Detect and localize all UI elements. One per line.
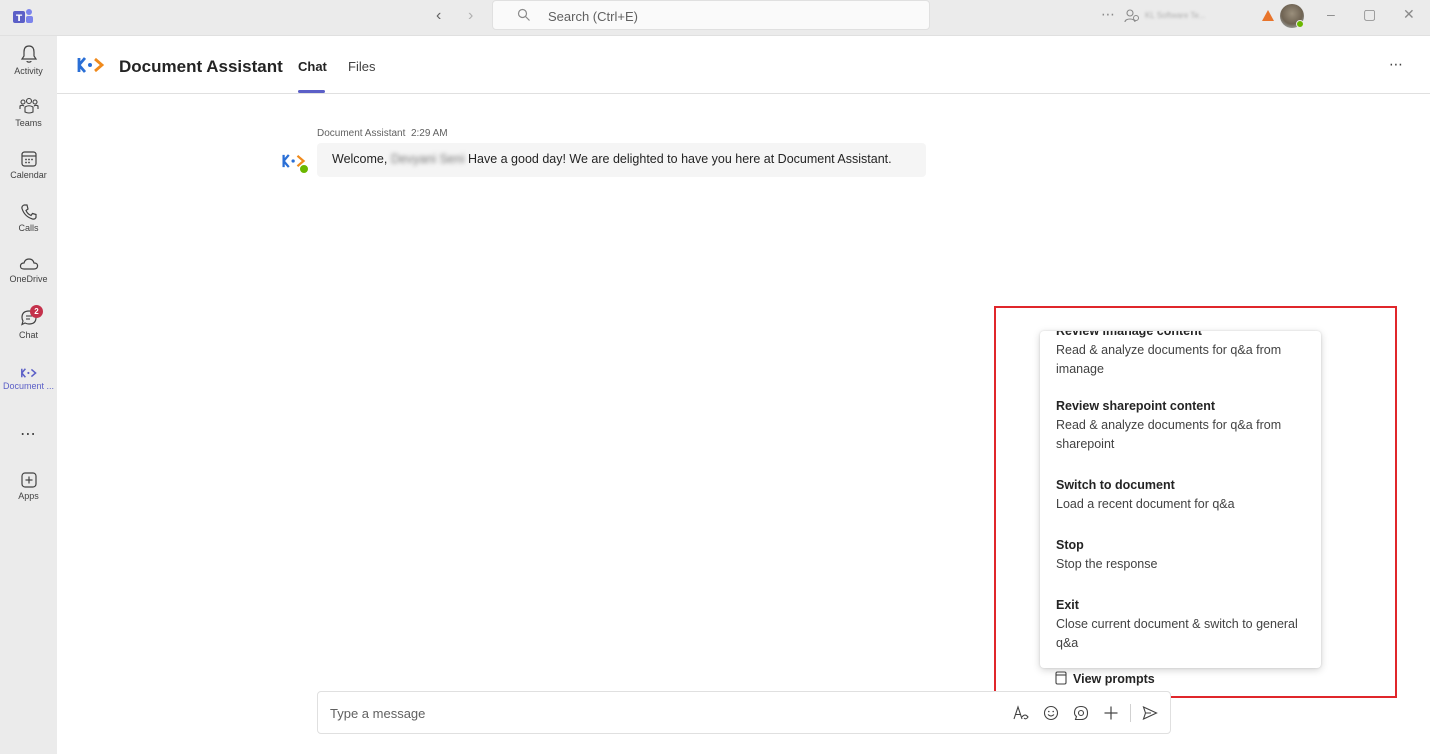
message-sender: Document Assistant (317, 128, 406, 139)
rail-label: Calendar (10, 170, 47, 180)
command-desc: Load a recent document for q&a (1056, 497, 1235, 511)
command-item-review-imanage[interactable]: Review imanage content Read & analyze do… (1056, 331, 1306, 379)
phone-icon (20, 204, 37, 220)
composer-divider (1130, 704, 1131, 722)
rail-item-apps[interactable]: Apps (0, 471, 57, 501)
back-arrow-icon[interactable]: ‹ (436, 6, 441, 26)
rail-item-more-apps[interactable]: ⋯ (0, 424, 57, 444)
maximize-icon[interactable]: ▢ (1363, 6, 1376, 23)
svg-text:T: T (16, 14, 23, 24)
rail-label: Calls (18, 223, 39, 233)
rail-label: Document ... (2, 381, 55, 391)
rail-item-calls[interactable]: Calls (0, 203, 57, 233)
rail-item-onedrive[interactable]: OneDrive (0, 256, 57, 284)
close-icon[interactable]: ✕ (1403, 6, 1415, 23)
org-name[interactable]: KL Software Te... (1145, 11, 1205, 20)
more-options-icon[interactable]: ⋯ (1101, 6, 1115, 23)
minimize-icon[interactable]: – (1327, 6, 1335, 22)
tab-chat[interactable]: Chat (298, 59, 327, 74)
search-placeholder: Search (Ctrl+E) (548, 9, 638, 24)
command-title: Stop (1056, 538, 1084, 552)
teams-logo-icon[interactable]: T (12, 7, 34, 27)
document-assistant-icon (20, 368, 37, 378)
calendar-icon (20, 151, 37, 167)
rail-item-calendar[interactable]: Calendar (0, 150, 57, 180)
view-prompts-button[interactable]: View prompts (1055, 671, 1155, 686)
app-header: Document Assistant Chat Files ⋯ (57, 36, 1430, 94)
rail-label: Activity (14, 66, 43, 76)
message-bubble: Welcome, Devyani Seni Have a good day! W… (317, 143, 926, 177)
command-title: Switch to document (1056, 478, 1175, 492)
message-time: 2:29 AM (410, 128, 448, 139)
rail-label: OneDrive (9, 274, 48, 284)
org-people-icon[interactable] (1124, 8, 1140, 24)
command-item-switch-to-document[interactable]: Switch to document Load a recent documen… (1056, 476, 1306, 514)
unread-badge: 2 (30, 305, 43, 318)
command-item-exit[interactable]: Exit Close current document & switch to … (1056, 596, 1306, 653)
command-desc: Stop the response (1056, 557, 1158, 571)
forward-arrow-icon[interactable]: › (468, 6, 473, 26)
rail-label: Teams (15, 118, 42, 128)
view-prompts-label: View prompts (1073, 672, 1155, 686)
app-rail: Activity Teams Calendar Calls OneDrive 2… (0, 36, 57, 754)
command-title: Review sharepoint content (1056, 399, 1216, 413)
more-options-button[interactable]: ⋯ (1389, 56, 1404, 73)
command-item-review-sharepoint[interactable]: Review sharepoint content Read & analyze… (1056, 397, 1306, 454)
command-title: Review imanage content (1056, 331, 1202, 338)
cloud-icon (19, 258, 38, 270)
rail-label: Apps (18, 491, 39, 501)
message-meta: Document Assistant 2:29 AM (317, 128, 448, 139)
loop-icon[interactable] (1073, 705, 1089, 721)
tab-active-indicator (298, 90, 325, 93)
search-bar[interactable]: Search (Ctrl+E) (492, 0, 930, 30)
message-composer[interactable]: Type a message (317, 691, 1171, 734)
rail-item-teams[interactable]: Teams (0, 96, 57, 128)
format-icon[interactable] (1012, 705, 1030, 721)
warning-icon (1262, 10, 1274, 21)
add-icon[interactable] (1103, 705, 1119, 721)
emoji-icon[interactable] (1043, 705, 1059, 721)
page-title: Document Assistant (119, 57, 283, 76)
message-text: Have a good day! We are delighted to hav… (467, 152, 892, 166)
prompts-icon (1055, 671, 1067, 685)
message-text-prefix: Welcome, (332, 152, 388, 166)
command-popup: Review imanage content Read & analyze do… (1040, 331, 1321, 668)
rail-item-chat[interactable]: 2 Chat (0, 305, 57, 340)
rail-label: Chat (18, 330, 38, 340)
document-assistant-logo-icon (77, 57, 105, 73)
more-apps-icon: ⋯ (20, 426, 37, 443)
bell-icon (20, 45, 37, 63)
command-item-stop[interactable]: Stop Stop the response (1056, 536, 1306, 574)
send-icon[interactable] (1142, 705, 1158, 721)
presence-status-icon (299, 164, 309, 174)
command-desc: Read & analyze documents for q&a from im… (1056, 343, 1282, 376)
search-icon (517, 8, 530, 21)
rail-item-activity[interactable]: Activity (0, 44, 57, 76)
message-input[interactable]: Type a message (330, 706, 425, 721)
presence-status-icon (1296, 20, 1304, 28)
rail-item-document-assistant[interactable]: Document ... (0, 367, 57, 391)
user-name: Devyani Seni (390, 152, 465, 166)
command-title: Exit (1056, 598, 1079, 612)
tab-files[interactable]: Files (348, 59, 375, 74)
teams-icon (18, 97, 39, 114)
title-bar: T ‹ › Search (Ctrl+E) ⋯ KL Software Te..… (0, 0, 1430, 36)
add-app-icon (20, 472, 37, 488)
command-desc: Read & analyze documents for q&a from sh… (1056, 418, 1282, 451)
command-desc: Close current document & switch to gener… (1056, 617, 1298, 650)
